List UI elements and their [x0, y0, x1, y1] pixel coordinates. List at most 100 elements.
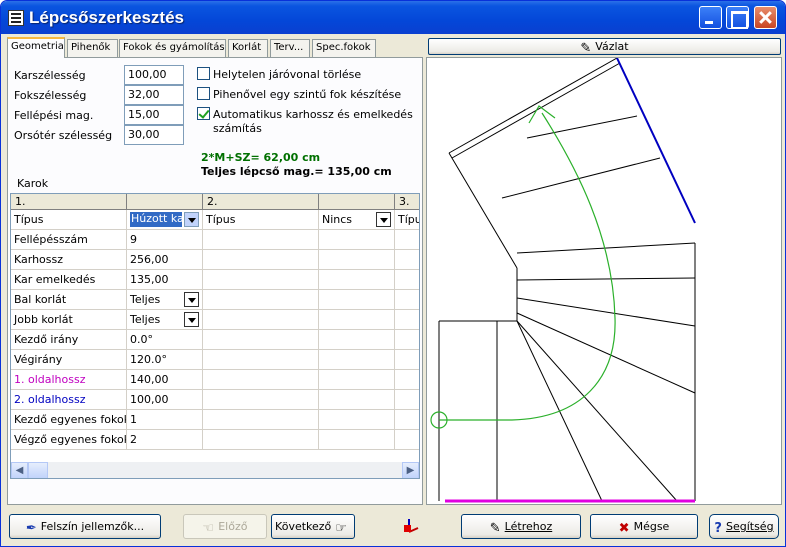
chevron-down-icon[interactable] [184, 212, 199, 227]
grid-empty-cell[interactable] [203, 350, 319, 370]
grid-empty-cell[interactable] [319, 390, 395, 410]
tab-terv[interactable]: Terv... [270, 39, 310, 57]
grid-empty-cell[interactable] [395, 270, 419, 290]
grid-cell-value[interactable]: 1 [127, 410, 203, 430]
grid-empty-cell[interactable] [395, 250, 419, 270]
megse-label: Mégse [633, 520, 670, 533]
fellepesi-mag-input[interactable]: 15,00 [124, 105, 184, 125]
segitseg-label: Segítség [725, 520, 774, 533]
title-bar[interactable]: Lépcsőszerkesztés [1, 1, 785, 34]
field-label-orsoter-szelesseg: Orsótér szélesség [14, 129, 113, 142]
grid-empty-cell[interactable] [319, 350, 395, 370]
grid-empty-cell[interactable] [319, 290, 395, 310]
grid-header-1b[interactable] [127, 194, 203, 210]
grid-cell-tipus[interactable]: Húzott kar [127, 210, 203, 230]
grid-empty-cell[interactable] [319, 430, 395, 450]
grid-header-2[interactable]: 2. [203, 194, 319, 210]
grid-empty-cell[interactable] [395, 330, 419, 350]
grid-cell-value[interactable]: 256,00 [127, 250, 203, 270]
checkbox-pihenovel[interactable] [197, 87, 210, 100]
karok-grid[interactable]: 1. 2. 3. Típus Húzott kar Típus Nincs Tí… [10, 193, 420, 479]
letrehoz-button[interactable]: ✎ Létrehoz [461, 514, 581, 539]
grid-empty-cell[interactable] [203, 410, 319, 430]
stair-step-line [516, 297, 696, 327]
grid-cell-value[interactable]: Teljes [127, 310, 203, 330]
grid-empty-cell[interactable] [203, 430, 319, 450]
close-icon[interactable] [754, 6, 777, 29]
grid-empty-cell[interactable] [203, 250, 319, 270]
tab-spec-fokok[interactable]: Spec.fokok [312, 39, 376, 57]
grid-empty-cell[interactable] [203, 270, 319, 290]
grid-empty-cell[interactable] [203, 230, 319, 250]
kovetkezo-button[interactable]: Következő ☞ [271, 514, 355, 539]
grid-cell-value[interactable]: Teljes [127, 290, 203, 310]
grid-empty-cell[interactable] [203, 370, 319, 390]
grid-empty-cell[interactable] [319, 250, 395, 270]
grid-row-label-tipus: Típus [11, 210, 127, 230]
tab-korlat[interactable]: Korlát [228, 39, 268, 57]
chevron-down-icon[interactable] [376, 212, 391, 227]
grid-cell-text: 9 [130, 233, 137, 246]
grid-empty-cell[interactable] [395, 410, 419, 430]
stair-sketch[interactable] [426, 57, 782, 505]
karszelesseg-input[interactable]: 100,00 [124, 65, 184, 85]
segitseg-button[interactable]: ? Segítség [709, 514, 779, 539]
scroll-left-icon[interactable]: ◀ [11, 462, 28, 478]
elozo-button[interactable]: ☜ Előző [183, 514, 267, 539]
fokszelesseg-input[interactable]: 32,00 [124, 85, 184, 105]
chevron-down-icon[interactable] [184, 292, 199, 307]
grid-empty-cell[interactable] [395, 350, 419, 370]
megse-button[interactable]: ✖ Mégse [590, 514, 698, 539]
vazlat-label: Vázlat [595, 40, 629, 53]
grid-empty-cell[interactable] [319, 270, 395, 290]
grid-empty-cell[interactable] [395, 310, 419, 330]
tab-pihenok[interactable]: Pihenők [67, 39, 118, 57]
grid-empty-cell[interactable] [395, 230, 419, 250]
grid-empty-cell[interactable] [203, 310, 319, 330]
checkbox-automatikus[interactable] [197, 107, 210, 120]
grid-empty-cell[interactable] [319, 370, 395, 390]
grid-cell-value[interactable]: 140,00 [127, 370, 203, 390]
grid-row-label: Kar emelkedés [11, 270, 127, 290]
checkbox-jarovonal[interactable] [197, 67, 210, 80]
grid-empty-cell[interactable] [203, 390, 319, 410]
grid-empty-cell[interactable] [319, 230, 395, 250]
stair-sketch-svg [430, 57, 696, 503]
minimize-icon[interactable] [699, 6, 722, 29]
felszin-button[interactable]: ✒ Felszín jellemzők... [9, 514, 161, 539]
grid-header-2b[interactable] [319, 194, 395, 210]
orsoter-szelesseg-input[interactable]: 30,00 [124, 125, 184, 145]
grid-cell-tipus-2[interactable]: Nincs [319, 210, 395, 230]
horizontal-scrollbar[interactable]: ◀ ▶ [11, 462, 419, 478]
grid-cell-value[interactable]: 0.0° [127, 330, 203, 350]
grid-cell-text: 135,00 [130, 273, 169, 286]
grid-cell-value[interactable]: 9 [127, 230, 203, 250]
chevron-down-icon[interactable] [184, 312, 199, 327]
checkbox-jarovonal-label: Helytelen járóvonal törlése [213, 68, 362, 81]
grid-empty-cell[interactable] [319, 330, 395, 350]
grid-empty-cell[interactable] [203, 330, 319, 350]
grid-empty-cell[interactable] [395, 290, 419, 310]
grid-empty-cell[interactable] [395, 390, 419, 410]
grid-empty-cell[interactable] [395, 370, 419, 390]
grid-cell-value[interactable]: 120.0° [127, 350, 203, 370]
scroll-right-icon[interactable]: ▶ [402, 462, 419, 478]
grid-header-3[interactable]: 3. [395, 194, 419, 210]
axis-icon [401, 517, 419, 535]
tipus-value[interactable]: Húzott kar [130, 212, 182, 227]
scroll-thumb[interactable] [28, 462, 48, 478]
grid-header-1[interactable]: 1. [11, 194, 127, 210]
grid-cell-value[interactable]: 100,00 [127, 390, 203, 410]
grid-empty-cell[interactable] [319, 310, 395, 330]
grid-cell-value[interactable]: 2 [127, 430, 203, 450]
grid-cell-value[interactable]: 135,00 [127, 270, 203, 290]
tab-fokok[interactable]: Fokok és gyámolítás [119, 39, 226, 57]
grid-title: Karok [17, 177, 49, 190]
stair-step-line [501, 157, 661, 199]
grid-empty-cell[interactable] [203, 290, 319, 310]
tab-geometria[interactable]: Geometria [7, 37, 65, 58]
grid-empty-cell[interactable] [319, 410, 395, 430]
grid-empty-cell[interactable] [395, 430, 419, 450]
vazlat-button[interactable]: ✎ Vázlat [428, 38, 781, 55]
maximize-icon[interactable] [726, 6, 749, 29]
